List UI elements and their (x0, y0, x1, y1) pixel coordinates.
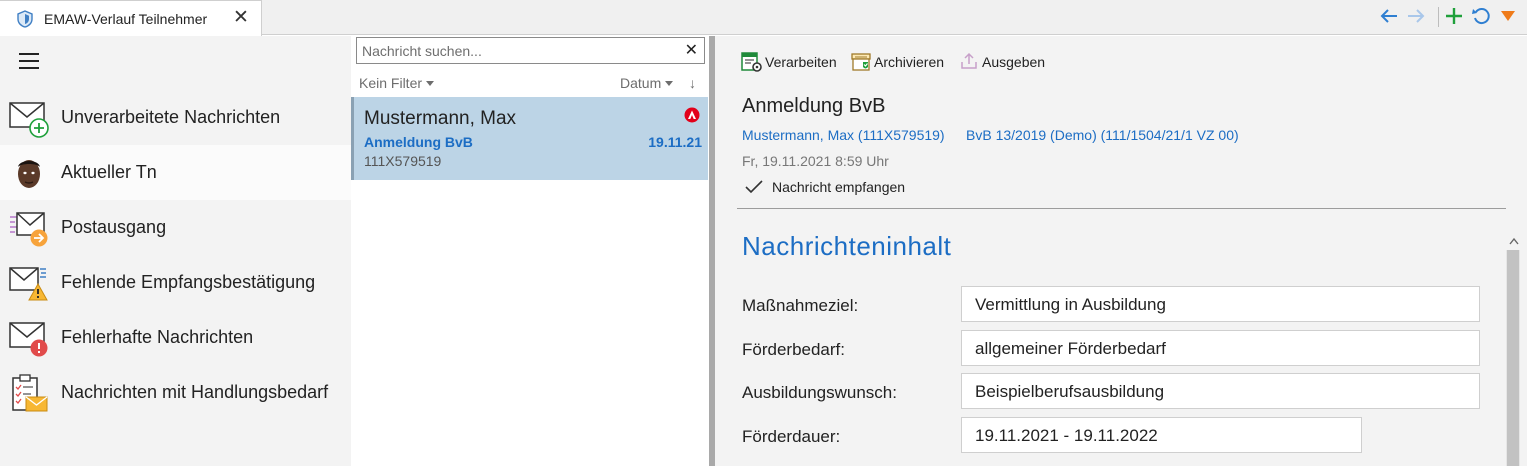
shield-icon (17, 10, 33, 33)
triangle-down-icon[interactable] (1500, 9, 1516, 31)
envelope-warning-icon (9, 263, 49, 303)
sidebar-item-label: Fehlerhafte Nachrichten (61, 327, 254, 347)
list-item[interactable]: Mustermann, Max Anmeldung BvB 19.11.21 1… (351, 97, 708, 180)
message-timestamp: Fr, 19.11.2021 8:59 Uhr (742, 153, 889, 169)
message-participant-id: 111X579519 (364, 153, 442, 169)
scrollbar-thumb[interactable] (1507, 250, 1519, 466)
search-input[interactable]: Nachricht suchen... ✕ (356, 37, 705, 64)
process-icon (741, 51, 763, 76)
archive-label: Archivieren (874, 54, 945, 70)
sidebar-item-nachrichten-mit-handlungsbedarf[interactable]: Nachrichten mit Handlungsbedarf (0, 365, 351, 420)
avatar (9, 153, 49, 193)
field-value-massnahmeziel: Vermittlung in Ausbildung (961, 286, 1480, 322)
sidebar-item-label: Postausgang (61, 217, 167, 237)
check-icon (744, 179, 764, 198)
message-sender: Mustermann, Max (364, 108, 517, 129)
filter-label: Kein Filter (359, 75, 423, 91)
hamburger-icon[interactable] (19, 53, 39, 69)
section-heading: Nachrichteninhalt (742, 231, 952, 261)
process-label: Verarbeiten (765, 54, 837, 70)
export-label: Ausgeben (982, 54, 1046, 70)
sort-dropdown[interactable]: Datum (620, 75, 674, 91)
field-value-ausbildungswunsch: Beispielberufsausbildung (961, 373, 1480, 409)
message-subject: Anmeldung BvB (364, 134, 473, 150)
field-label-foerderbedarf: Förderbedarf: (742, 340, 845, 359)
chevron-down-icon (665, 81, 674, 86)
sidebar-item-label: Fehlende Empfangsbestätigung (61, 272, 316, 292)
sidebar-item-aktueller-tn[interactable]: Aktueller Tn (0, 145, 351, 200)
sidebar-item-fehlende-empfangsbestaetigung[interactable]: Fehlende Empfangsbestätigung (0, 255, 351, 310)
close-icon[interactable]: ✕ (233, 6, 249, 30)
arrow-left-icon[interactable] (1379, 6, 1399, 28)
envelope-error-icon (9, 318, 49, 358)
sidebar-item-postausgang[interactable]: Postausgang (0, 200, 351, 255)
message-date: 19.11.21 (648, 134, 702, 150)
tab-emaw-verlauf[interactable]: EMAW-Verlauf Teilnehmer ✕ (0, 0, 262, 36)
toolbar-divider (1438, 7, 1439, 27)
sort-direction-icon[interactable]: ↓ (689, 75, 696, 91)
field-label-foerderdauer: Förderdauer: (742, 427, 841, 446)
close-icon[interactable]: ✕ (685, 40, 698, 60)
chevron-down-icon (426, 81, 435, 86)
scroll-up-icon[interactable] (1509, 232, 1519, 250)
sidebar-item-label: Nachrichten mit Handlungsbedarf (61, 382, 329, 402)
export-icon (960, 51, 980, 74)
agency-logo-icon (684, 107, 700, 128)
refresh-icon[interactable] (1471, 6, 1491, 28)
message-title: Anmeldung BvB (742, 95, 886, 117)
field-label-ausbildungswunsch: Ausbildungswunsch: (742, 383, 897, 402)
divider (737, 208, 1506, 209)
sidebar-item-fehlerhafte-nachrichten[interactable]: Fehlerhafte Nachrichten (0, 310, 351, 365)
clipboard-envelope-icon (9, 373, 49, 413)
sidebar-item-label: Unverarbeitete Nachrichten (61, 107, 281, 127)
sidebar: Unverarbeitete Nachrichten Aktueller Tn … (0, 36, 351, 466)
status-label: Nachricht empfangen (772, 179, 906, 195)
archive-icon (851, 51, 873, 76)
envelope-plus-icon (9, 98, 49, 138)
tab-title: EMAW-Verlauf Teilnehmer (44, 11, 208, 27)
envelope-outbox-icon (9, 208, 49, 248)
search-placeholder: Nachricht suchen... (362, 43, 482, 59)
title-bar: EMAW-Verlauf Teilnehmer ✕ (0, 0, 1527, 36)
sidebar-item-label: Aktueller Tn (61, 162, 157, 182)
sidebar-item-unverarbeitete-nachrichten[interactable]: Unverarbeitete Nachrichten (0, 90, 351, 145)
participant-link[interactable]: Mustermann, Max (111X579519) (742, 127, 945, 143)
field-label-massnahmeziel: Maßnahmeziel: (742, 296, 859, 315)
field-value-foerderbedarf: allgemeiner Förderbedarf (961, 330, 1480, 366)
field-value-foerderdauer: 19.11.2021 - 19.11.2022 (961, 417, 1362, 453)
sort-label: Datum (620, 75, 662, 91)
filter-dropdown[interactable]: Kein Filter (359, 75, 435, 91)
arrow-right-icon[interactable] (1406, 6, 1426, 28)
measure-link[interactable]: BvB 13/2019 (Demo) (111/1504/21/1 VZ 00) (966, 127, 1239, 143)
plus-icon[interactable] (1444, 6, 1464, 28)
